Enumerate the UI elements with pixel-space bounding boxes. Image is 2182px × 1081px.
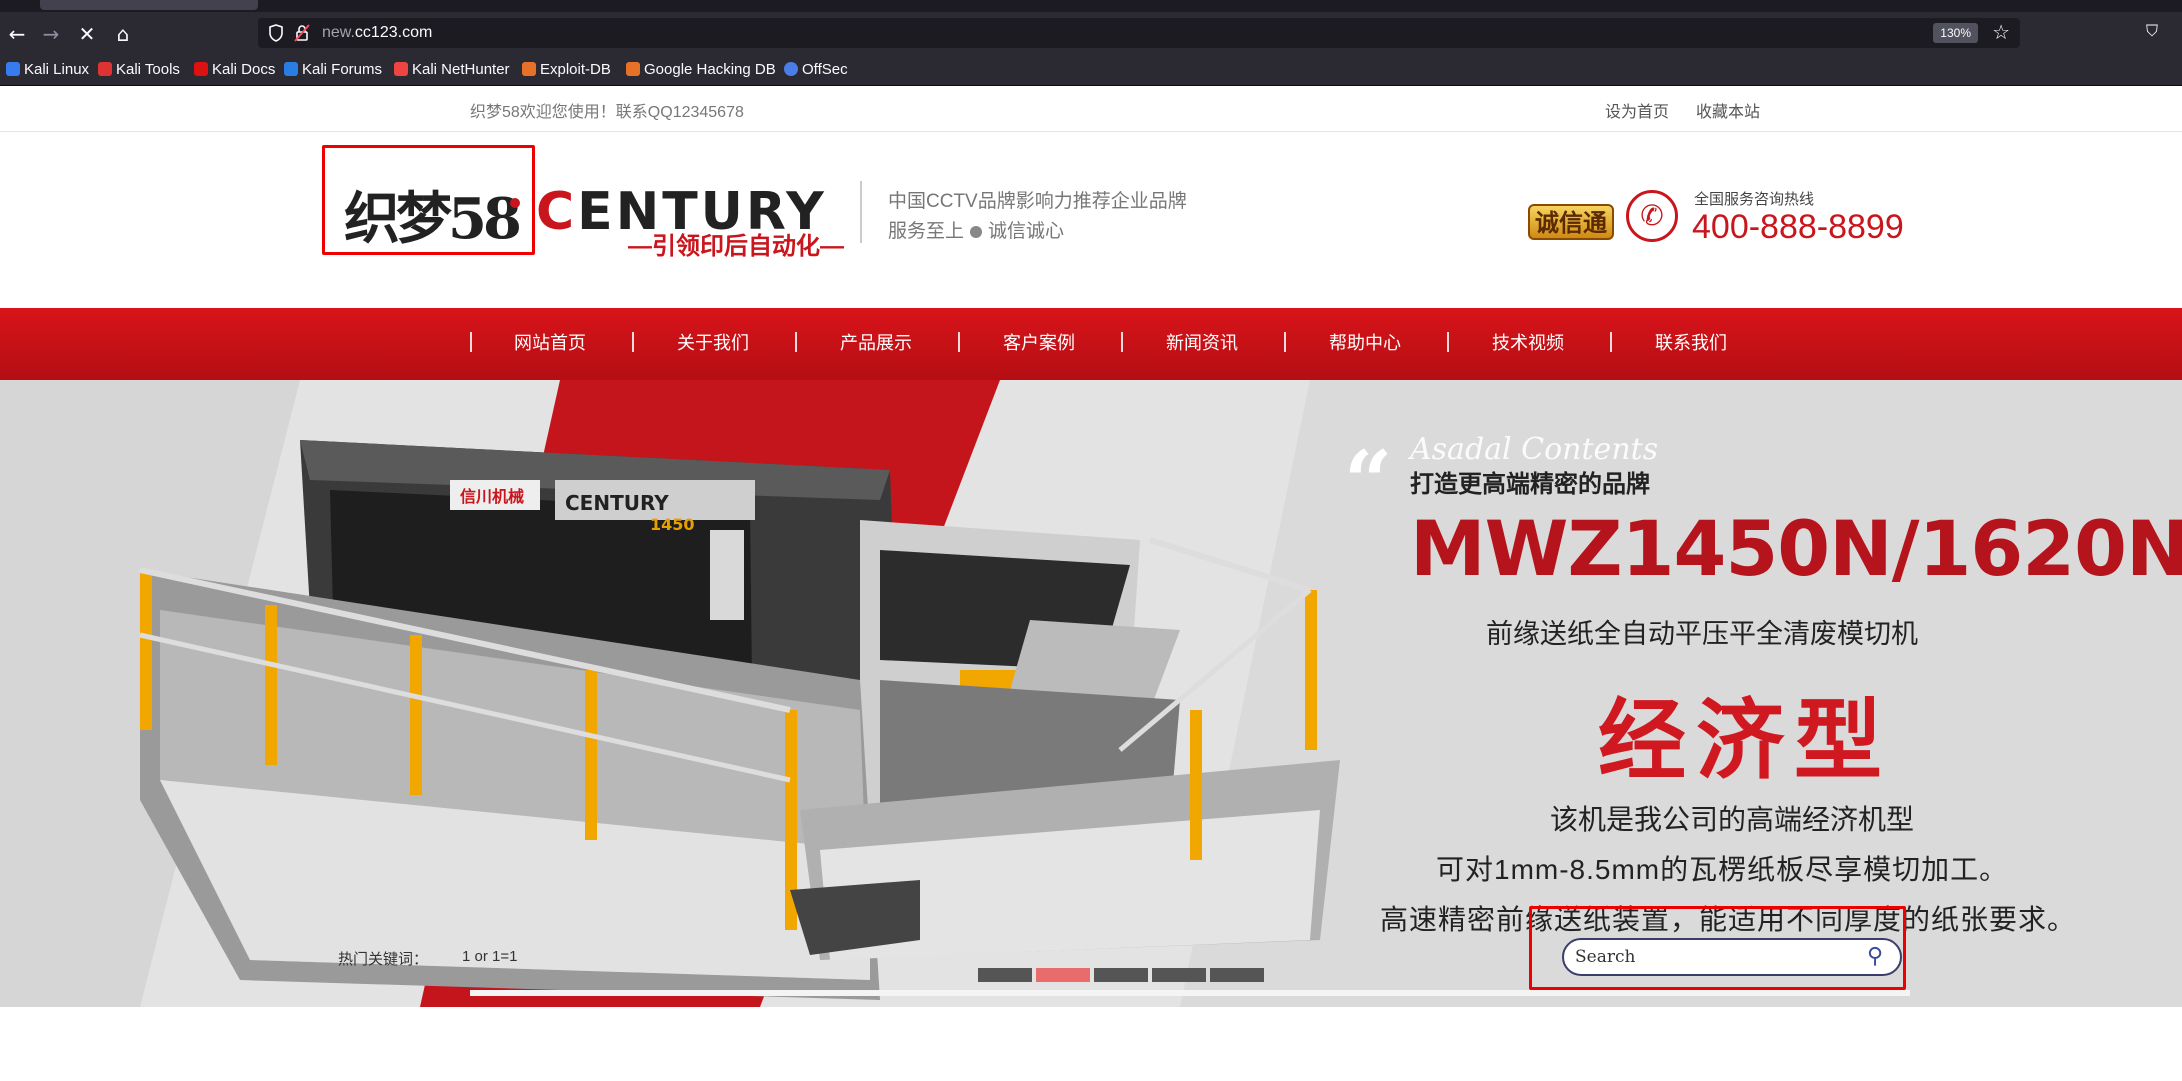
logo-dot (510, 198, 520, 208)
welcome-text: 织梦58欢迎您使用！联系QQ12345678 (470, 104, 744, 121)
nav-separator (632, 332, 634, 352)
bookmark-site-link[interactable]: 收藏本站 (1696, 98, 1760, 122)
banner-script-text: Asadal Contents (1410, 432, 1659, 467)
banner-tagline: 打造更高端精密的品牌 (1410, 471, 1650, 498)
bookmarks-toolbar: Kali Linux Kali Tools Kali Docs Kali For… (0, 54, 2182, 86)
nav-item-news[interactable]: 新闻资讯 (1166, 330, 1238, 356)
tab-strip (0, 0, 2182, 12)
kali-docs-icon (194, 62, 208, 76)
bookmark-offsec[interactable]: OffSec (784, 59, 848, 81)
logo-chinese-text[interactable]: 织梦58 (344, 174, 522, 255)
zoom-indicator[interactable]: 130% (1933, 23, 1978, 43)
header-divider (860, 181, 862, 243)
hotline-label: 全国服务咨询热线 (1694, 191, 1815, 208)
bookmark-star-icon[interactable]: ☆ (1992, 20, 2010, 44)
bookmark-exploit-db[interactable]: Exploit-DB (522, 59, 611, 81)
offsec-icon (784, 62, 798, 76)
shield-icon[interactable] (268, 24, 284, 42)
bookmark-label: OffSec (802, 61, 848, 78)
exploit-db-icon (522, 62, 536, 76)
nav-separator (1610, 332, 1612, 352)
active-tab[interactable] (40, 0, 258, 10)
kali-tools-icon (98, 62, 112, 76)
home-icon[interactable]: ⌂ (108, 20, 138, 48)
back-arrow-icon[interactable]: ← (2, 20, 32, 48)
bookmark-label: Kali Linux (24, 61, 90, 78)
content-strip (470, 990, 1910, 996)
search-icon[interactable]: ⚲ (1860, 942, 1890, 972)
pocket-icon[interactable]: ⛉ (2146, 21, 2166, 41)
nav-separator (1447, 332, 1449, 352)
banner-subtitle: 前缘送纸全自动平压平全清废模切机 (1486, 619, 1918, 649)
nav-item-contact[interactable]: 联系我们 (1655, 330, 1727, 356)
url-bar[interactable]: new.cc123.com 130% ☆ (258, 18, 2020, 48)
bookmark-label: Kali Docs (212, 61, 276, 78)
phone-icon: ✆ (1626, 190, 1678, 242)
nav-separator (795, 332, 797, 352)
ghdb-icon (626, 62, 640, 76)
nav-separator (1284, 332, 1286, 352)
hotline-number: 400-888-8899 (1692, 208, 1904, 246)
slogan-line-2: 服务至上 诚信诚心 (888, 216, 1064, 243)
forward-arrow-icon[interactable]: → (36, 20, 66, 48)
bookmark-label: Kali Forums (302, 61, 383, 78)
slide-dot-5[interactable] (1210, 968, 1264, 982)
slogan-part-b: 诚信诚心 (988, 221, 1065, 242)
banner-desc-1: 该机是我公司的高端经济机型 (1550, 804, 1915, 835)
url-host: cc123.com (354, 24, 433, 41)
stop-loading-icon[interactable]: ✕ (72, 20, 102, 48)
slide-dot-4[interactable] (1152, 968, 1206, 982)
slide-dot-2[interactable] (1036, 968, 1090, 982)
browser-toolbar: ← → ✕ ⌂ new.cc123.com 130% ☆ ⛉ (0, 12, 2182, 54)
nav-item-videos[interactable]: 技术视频 (1492, 330, 1564, 356)
nav-separator (470, 332, 472, 352)
bookmark-kali-linux[interactable]: Kali Linux (6, 59, 89, 81)
slide-dot-3[interactable] (1094, 968, 1148, 982)
hot-keywords-label: 热门关键词： (338, 951, 429, 968)
chengxintong-badge: 诚信通 (1528, 204, 1614, 240)
set-home-link[interactable]: 设为首页 (1605, 98, 1669, 122)
bookmark-label: Kali NetHunter (412, 61, 510, 78)
bookmark-google-hacking-db[interactable]: Google Hacking DB (626, 59, 776, 81)
bookmark-kali-forums[interactable]: Kali Forums (284, 59, 382, 81)
nav-separator (958, 332, 960, 352)
banner-desc-2: 可对1mm-8.5mm的瓦楞纸板尽享模切加工。 (1436, 854, 2009, 885)
bookmark-kali-tools[interactable]: Kali Tools (98, 59, 180, 81)
nav-item-help[interactable]: 帮助中心 (1329, 330, 1401, 356)
search-input[interactable] (1575, 944, 1845, 970)
main-nav: 网站首页 关于我们 产品展示 客户案例 新闻资讯 帮助中心 技术视频 联系我们 (0, 308, 2182, 380)
quote-mark-icon: “ (1344, 432, 1393, 531)
machine-model-text: CENTURY (565, 491, 669, 515)
nav-item-about[interactable]: 关于我们 (677, 330, 749, 356)
logo-subtitle: —引领印后自动化— (628, 233, 844, 260)
slogan-part-a: 服务至上 (888, 221, 965, 242)
slide-dot-1[interactable] (978, 968, 1032, 982)
logo-c-mark: C (536, 182, 578, 242)
kali-forums-icon (284, 62, 298, 76)
machine-brand-text: 信川机械 (460, 487, 524, 506)
machine-number-text: 1450 (650, 515, 695, 534)
kali-icon (6, 62, 20, 76)
insecure-lock-icon[interactable] (294, 24, 310, 42)
site-topbar: 织梦58欢迎您使用！联系QQ12345678 设为首页 收藏本站 (0, 86, 2182, 132)
bookmark-kali-docs[interactable]: Kali Docs (194, 59, 275, 81)
url-text[interactable]: new.cc123.com (322, 22, 432, 44)
nav-separator (1121, 332, 1123, 352)
url-subdomain: new. (322, 24, 355, 41)
banner-type: 经济型 (1598, 688, 1893, 792)
bookmark-label: Kali Tools (116, 61, 180, 78)
nav-item-home[interactable]: 网站首页 (514, 330, 586, 356)
banner-model-number: MWZ1450N/1620N (1410, 504, 2182, 593)
nav-item-cases[interactable]: 客户案例 (1003, 330, 1075, 356)
hot-keyword-link[interactable]: 1 or 1=1 (462, 948, 517, 965)
bookmark-label: Google Hacking DB (644, 61, 776, 78)
bookmark-label: Exploit-DB (540, 61, 611, 78)
bullet-dot (970, 226, 983, 238)
slogan-line-1: 中国CCTV品牌影响力推荐企业品牌 (888, 191, 1187, 212)
bookmark-kali-nethunter[interactable]: Kali NetHunter (394, 59, 510, 81)
nav-item-products[interactable]: 产品展示 (840, 330, 912, 356)
nethunter-icon (394, 62, 408, 76)
